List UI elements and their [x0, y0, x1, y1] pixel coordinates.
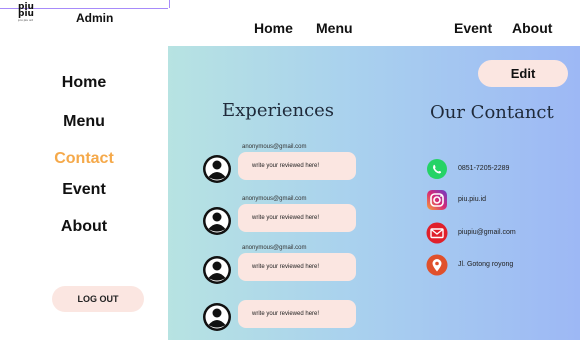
review-bubble[interactable]: write your reviewed here!	[238, 152, 356, 180]
nav-contact[interactable]: Contact	[380, 20, 432, 36]
nav-home[interactable]: Home	[254, 20, 293, 36]
sidebar-item-contact[interactable]: Contact	[0, 150, 168, 168]
admin-label: Admin	[76, 11, 114, 25]
review-item: anonymous@gmail.com write your reviewed …	[202, 196, 362, 235]
whatsapp-icon	[427, 159, 447, 179]
user-avatar-icon	[203, 256, 231, 284]
review-item: anonymous@gmail.com write your reviewed …	[202, 144, 362, 183]
location-pin-icon	[426, 254, 448, 276]
review-bubble[interactable]: write your reviewed here!	[238, 204, 356, 232]
review-email: anonymous@gmail.com	[242, 144, 307, 150]
review-item: anonymous@gmail.com write your reviewed …	[202, 245, 362, 284]
user-avatar-icon	[203, 207, 231, 235]
sidebar-item-home[interactable]: Home	[0, 74, 168, 92]
mail-icon	[426, 222, 448, 244]
contact-email: piupiu@gmail.com	[458, 229, 516, 236]
sidebar-item-menu[interactable]: Menu	[0, 113, 168, 131]
nav-event[interactable]: Event	[454, 20, 492, 36]
experiences-title: Experiences	[222, 100, 335, 121]
user-avatar-icon	[203, 155, 231, 183]
main-content: Edit Experiences Our Contanct anonymous@…	[168, 46, 580, 340]
nav-menu[interactable]: Menu	[316, 20, 353, 36]
contact-instagram: piu.piu.id	[458, 196, 487, 203]
logout-button[interactable]: LOG OUT	[52, 286, 144, 312]
review-email: anonymous@gmail.com	[242, 245, 307, 251]
edit-button[interactable]: Edit	[478, 60, 568, 87]
user-avatar-icon	[203, 303, 231, 331]
contact-title: Our Contanct	[430, 102, 554, 123]
sidebar: piu piu piu piu ad Admin Home Menu Conta…	[0, 0, 170, 340]
top-navigation: Home Menu Contact Event About	[168, 8, 580, 46]
nav-about[interactable]: About	[512, 20, 552, 36]
contact-address: Jl. Gotong royong	[458, 261, 514, 268]
review-item: write your reviewed here!	[202, 294, 362, 331]
sidebar-item-about[interactable]: About	[0, 218, 168, 236]
brand-logo[interactable]: piu piu piu piu ad	[18, 3, 40, 23]
instagram-icon	[427, 190, 447, 210]
sidebar-item-event[interactable]: Event	[0, 181, 168, 199]
review-bubble[interactable]: write your reviewed here!	[238, 253, 356, 281]
review-email: anonymous@gmail.com	[242, 196, 307, 202]
review-bubble[interactable]: write your reviewed here!	[238, 300, 356, 328]
contact-phone: 0851-7205-2289	[458, 165, 510, 172]
